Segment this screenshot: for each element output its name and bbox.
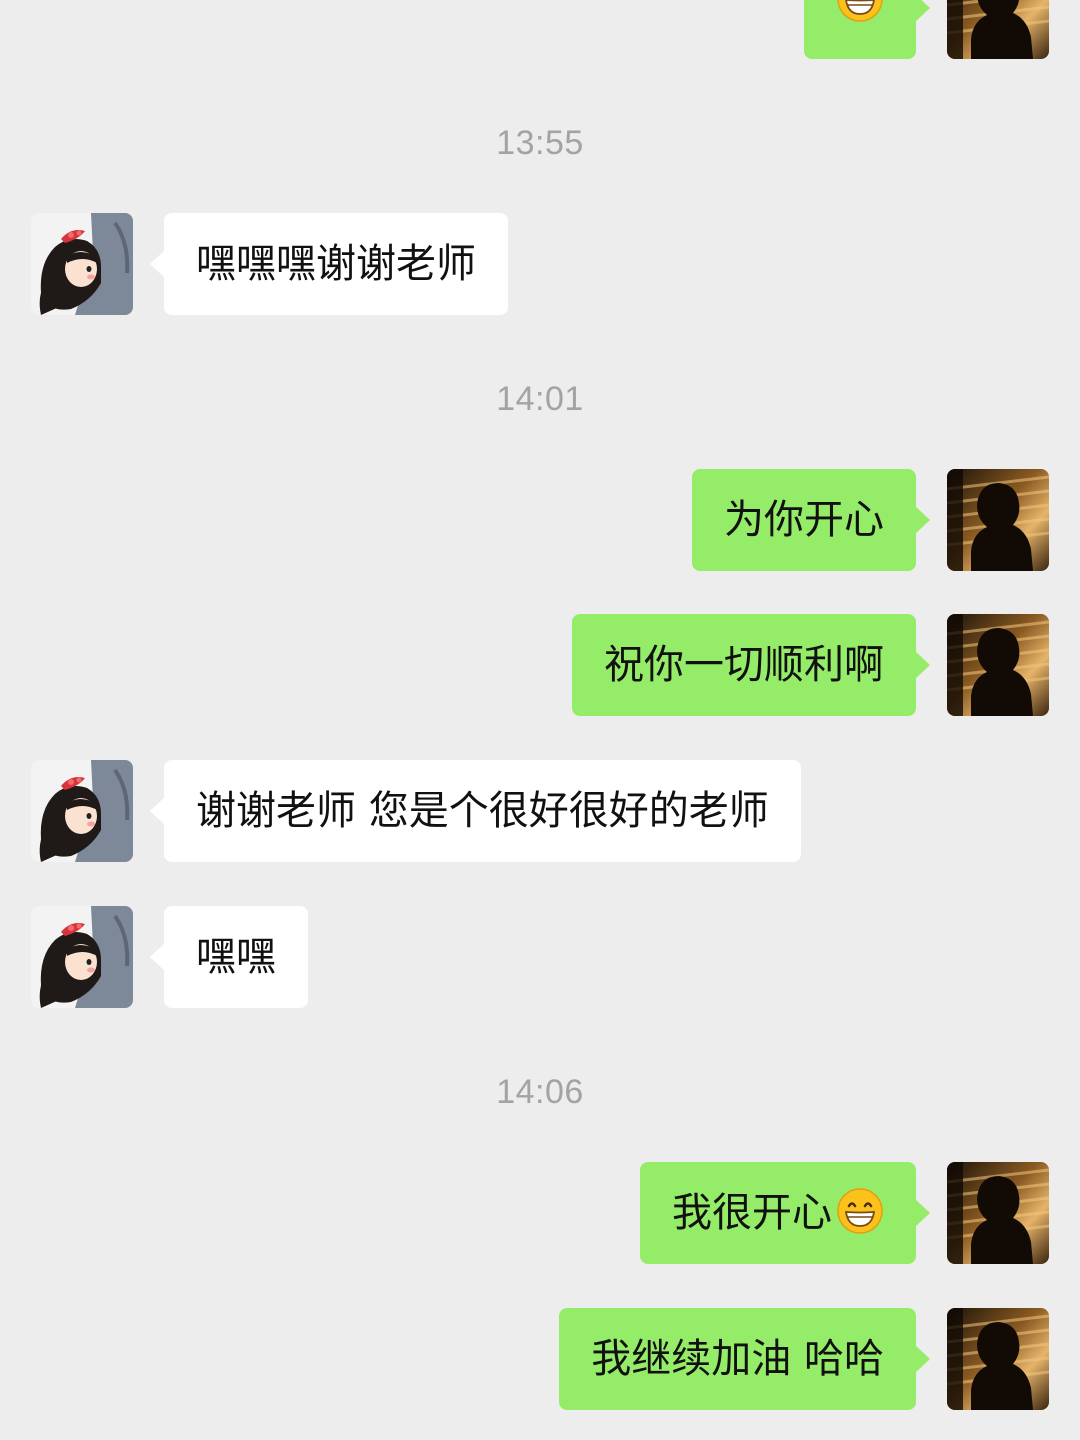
- grinning-face-icon: [836, 0, 886, 25]
- message-bubble-outgoing[interactable]: [804, 0, 930, 59]
- message-timestamp: 13:55: [496, 124, 584, 162]
- message-bubble-outgoing[interactable]: 我很开心: [640, 1162, 930, 1264]
- chat-area: 13:55 嘿嘿嘿谢谢老师 14:01 为你开心 祝你一切顺利啊 谢谢老师 您是…: [0, 0, 1080, 1440]
- message-bubble-outgoing[interactable]: 我继续加油 哈哈: [559, 1308, 930, 1410]
- message-timestamp: 14:01: [496, 380, 584, 418]
- girl-avatar-icon[interactable]: [31, 760, 133, 862]
- silhouette-avatar-icon[interactable]: [947, 0, 1049, 59]
- silhouette-avatar-icon[interactable]: [947, 1308, 1049, 1410]
- grinning-face-icon: [836, 1187, 884, 1235]
- girl-avatar-icon[interactable]: [31, 906, 133, 1008]
- message-bubble-outgoing[interactable]: 为你开心: [692, 469, 930, 571]
- silhouette-avatar-icon[interactable]: [947, 1162, 1049, 1264]
- message-bubble-outgoing[interactable]: 祝你一切顺利啊: [572, 614, 930, 716]
- girl-avatar-icon[interactable]: [31, 213, 133, 315]
- message-text: 我很开心: [672, 1190, 832, 1236]
- message-timestamp: 14:06: [496, 1073, 584, 1111]
- message-bubble-incoming[interactable]: 谢谢老师 您是个很好很好的老师: [150, 760, 801, 862]
- silhouette-avatar-icon[interactable]: [947, 469, 1049, 571]
- message-bubble-incoming[interactable]: 嘿嘿: [150, 906, 308, 1008]
- message-bubble-incoming[interactable]: 嘿嘿嘿谢谢老师: [150, 213, 508, 315]
- silhouette-avatar-icon[interactable]: [947, 614, 1049, 716]
